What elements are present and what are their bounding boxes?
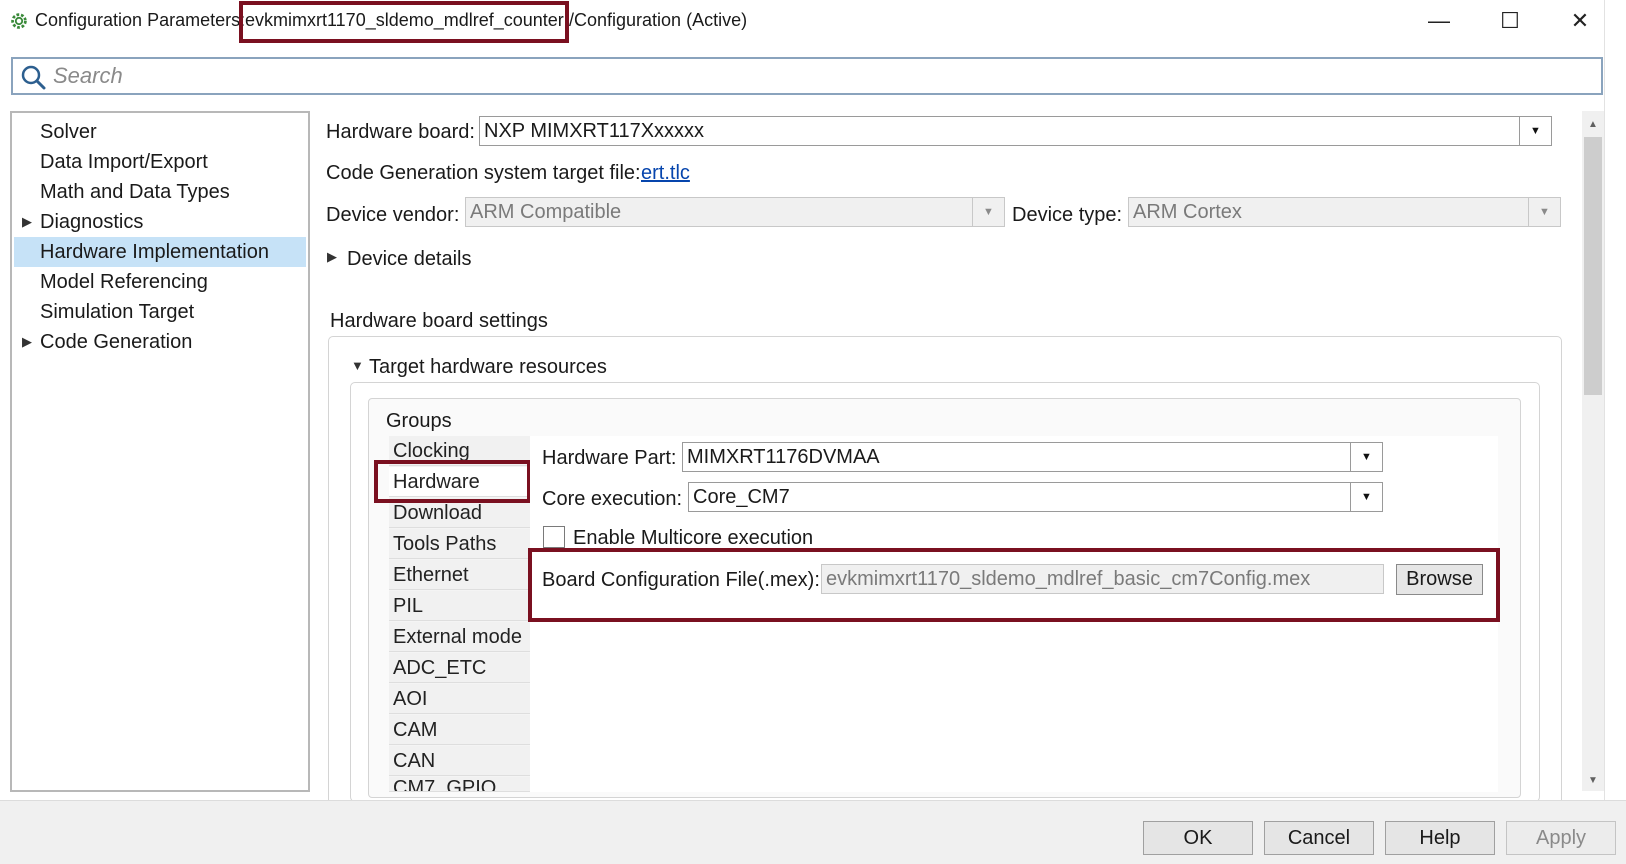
nav-item-model-referencing[interactable]: Model Referencing — [14, 267, 306, 297]
device-vendor-dropdown[interactable]: ARM Compatible ▼ — [465, 197, 1005, 227]
nav-item-solver[interactable]: Solver — [14, 117, 306, 147]
scroll-up-icon[interactable]: ▲ — [1582, 113, 1604, 135]
group-item-external-mode[interactable]: External mode — [389, 622, 530, 652]
close-button[interactable]: ✕ — [1560, 6, 1600, 36]
core-execution-value: Core_CM7 — [693, 486, 790, 508]
scroll-down-icon[interactable]: ▼ — [1582, 769, 1604, 791]
dialog-footer — [0, 800, 1626, 864]
group-item-label: CAN — [393, 750, 436, 772]
minimize-icon: — — [1428, 8, 1450, 33]
board-settings-heading: Hardware board settings — [330, 310, 548, 332]
group-item-tools-paths[interactable]: Tools Paths — [389, 529, 530, 559]
nav-item-simulation-target[interactable]: Simulation Target — [14, 297, 306, 327]
group-item-ethernet[interactable]: Ethernet — [389, 560, 530, 590]
nav-item-math-and-data-types[interactable]: Math and Data Types — [14, 177, 306, 207]
nav-item-diagnostics[interactable]: ▶ Diagnostics — [14, 207, 306, 237]
expand-arrow-icon[interactable]: ▶ — [327, 249, 337, 265]
hardware-board-dropdown[interactable]: NXP MIMXRT117Xxxxxx ▼ — [479, 116, 1552, 146]
group-item-label: CAM — [393, 719, 438, 741]
device-type-value: ARM Cortex — [1133, 201, 1242, 223]
target-resources-toggle[interactable]: Target hardware resources — [369, 356, 607, 379]
device-vendor-label: Device vendor: — [326, 204, 460, 226]
group-item-cam[interactable]: CAM — [389, 715, 530, 745]
group-item-label: External mode — [393, 626, 522, 648]
nav-item-label: Code Generation — [40, 331, 193, 353]
target-file-link[interactable]: ert.tlc — [641, 162, 690, 185]
target-file-label: Code Generation system target file: — [326, 162, 641, 184]
group-item-can[interactable]: CAN — [389, 746, 530, 776]
collapse-arrow-icon[interactable]: ▼ — [351, 358, 364, 373]
hardware-part-dropdown[interactable]: MIMXRT1176DVMAA ▼ — [682, 442, 1383, 472]
category-tree: Solver Data Import/Export Math and Data … — [10, 111, 310, 792]
expand-arrow-icon[interactable]: ▶ — [22, 327, 32, 357]
search-input[interactable] — [51, 62, 1551, 90]
window-title-prefix: Configuration Parameters: — [35, 10, 246, 30]
help-button[interactable]: Help — [1385, 821, 1495, 855]
core-execution-dropdown[interactable]: Core_CM7 ▼ — [688, 482, 1383, 512]
nav-item-label: Hardware Implementation — [40, 241, 269, 263]
core-execution-label: Core execution: — [542, 488, 683, 510]
group-item-cm7-gpio[interactable]: CM7_GPIO — [389, 777, 530, 792]
group-item-label: Tools Paths — [393, 533, 497, 555]
device-details-toggle[interactable]: Device details — [347, 248, 472, 271]
nav-item-label: Solver — [40, 121, 97, 143]
nav-item-label: Math and Data Types — [40, 181, 230, 203]
model-name-highlight — [239, 1, 569, 43]
device-type-label: Device type: — [1012, 204, 1123, 226]
hardware-part-label: Hardware Part: — [542, 447, 677, 469]
group-item-adc-etc[interactable]: ADC_ETC — [389, 653, 530, 683]
close-icon: ✕ — [1570, 8, 1590, 33]
hardware-board-value: NXP MIMXRT117Xxxxxx — [484, 120, 705, 142]
nav-item-hardware-implementation[interactable]: Hardware Implementation — [14, 237, 306, 267]
group-item-label: AOI — [393, 688, 428, 710]
hardware-group-highlight — [374, 460, 531, 503]
chevron-down-icon[interactable]: ▼ — [972, 198, 1004, 226]
window-title-suffix: /Configuration (Active) — [569, 10, 748, 30]
group-item-label: Ethernet — [393, 564, 469, 586]
expand-arrow-icon[interactable]: ▶ — [22, 207, 32, 237]
apply-button[interactable]: Apply — [1506, 821, 1616, 855]
group-item-label: Clocking — [393, 440, 470, 462]
chevron-down-icon[interactable]: ▼ — [1350, 443, 1382, 471]
gear-icon — [11, 13, 27, 29]
nav-item-label: Model Referencing — [40, 271, 208, 293]
minimize-button[interactable]: — — [1419, 6, 1459, 36]
chevron-down-icon[interactable]: ▼ — [1350, 483, 1382, 511]
hardware-part-value: MIMXRT1176DVMAA — [687, 446, 880, 468]
device-vendor-value: ARM Compatible — [470, 201, 622, 223]
search-box[interactable] — [11, 57, 1603, 95]
group-item-label: CM7_GPIO — [393, 777, 497, 792]
nav-item-label: Data Import/Export — [40, 151, 208, 173]
device-type-dropdown[interactable]: ARM Cortex ▼ — [1128, 197, 1561, 227]
hardware-board-label: Hardware board: — [326, 121, 475, 143]
groups-label: Groups — [386, 410, 452, 432]
nav-item-label: Simulation Target — [40, 301, 195, 323]
multicore-label: Enable Multicore execution — [573, 527, 814, 549]
group-item-label: PIL — [393, 595, 424, 617]
group-item-aoi[interactable]: AOI — [389, 684, 530, 714]
group-item-label: ADC_ETC — [393, 657, 487, 679]
maximize-button[interactable]: ☐ — [1490, 6, 1530, 36]
search-icon — [21, 65, 46, 90]
multicore-checkbox[interactable] — [543, 526, 565, 548]
group-item-label: Download — [393, 502, 482, 524]
group-item-pil[interactable]: PIL — [389, 591, 530, 621]
window-edge — [1604, 0, 1626, 800]
nav-item-label: Diagnostics — [40, 211, 144, 233]
board-config-highlight — [528, 548, 1500, 622]
maximize-icon: ☐ — [1500, 8, 1520, 33]
ok-button[interactable]: OK — [1143, 821, 1253, 855]
scrollbar-thumb[interactable] — [1584, 137, 1602, 395]
chevron-down-icon[interactable]: ▼ — [1519, 117, 1551, 145]
nav-item-data-import-export[interactable]: Data Import/Export — [14, 147, 306, 177]
nav-item-code-generation[interactable]: ▶ Code Generation — [14, 327, 306, 357]
cancel-button[interactable]: Cancel — [1264, 821, 1374, 855]
chevron-down-icon[interactable]: ▼ — [1528, 198, 1560, 226]
